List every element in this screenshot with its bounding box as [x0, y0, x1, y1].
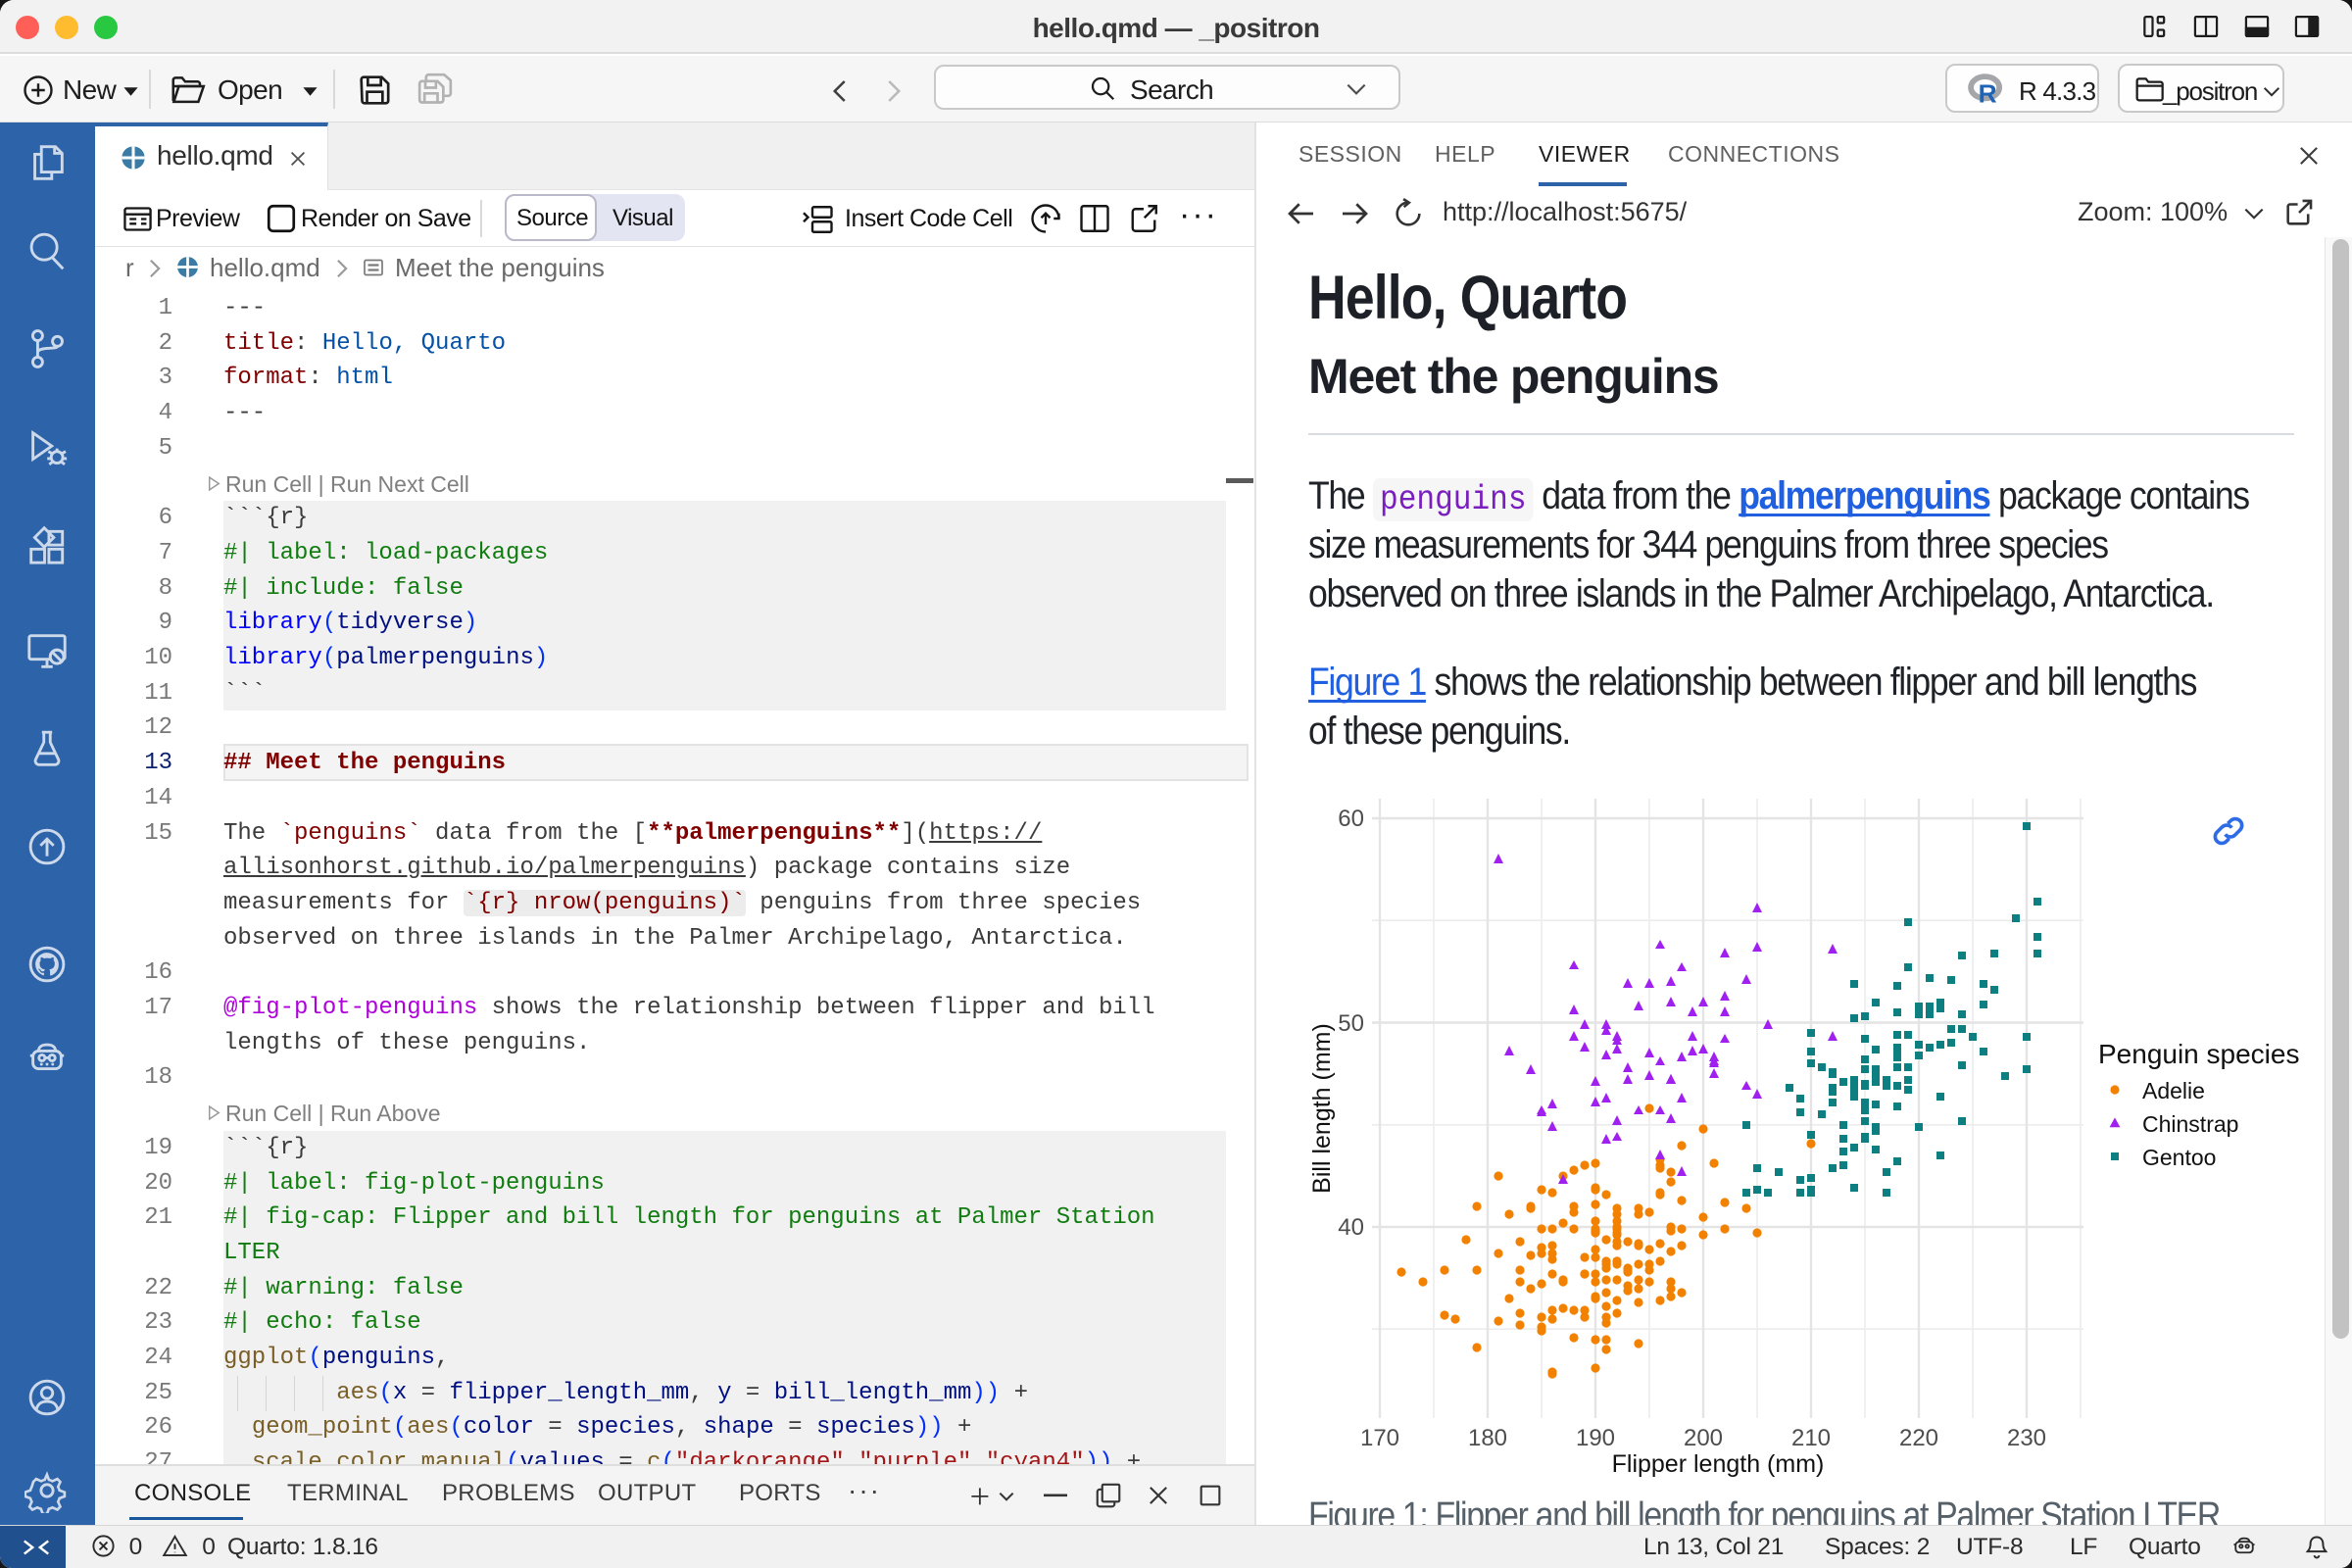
svg-text:200: 200	[1684, 1425, 1723, 1451]
svg-text:170: 170	[1360, 1425, 1399, 1451]
svg-text:Gentoo: Gentoo	[2142, 1145, 2216, 1170]
svg-text:Penguin species: Penguin species	[2098, 1039, 2299, 1069]
svg-text:220: 220	[1899, 1425, 1938, 1451]
svg-text:Chinstrap: Chinstrap	[2142, 1111, 2238, 1137]
svg-text:180: 180	[1468, 1425, 1507, 1451]
svg-text:190: 190	[1576, 1425, 1615, 1451]
svg-text:210: 210	[1791, 1425, 1831, 1451]
svg-text:Flipper length (mm): Flipper length (mm)	[1612, 1450, 1825, 1478]
svg-text:230: 230	[2007, 1425, 2046, 1451]
svg-text:60: 60	[1338, 806, 1364, 832]
svg-text:40: 40	[1338, 1214, 1364, 1241]
svg-text:Adelie: Adelie	[2142, 1078, 2205, 1103]
svg-text:50: 50	[1338, 1010, 1364, 1037]
svg-text:R: R	[1979, 78, 1997, 108]
svg-text:Bill length (mm): Bill length (mm)	[1308, 1023, 1336, 1194]
